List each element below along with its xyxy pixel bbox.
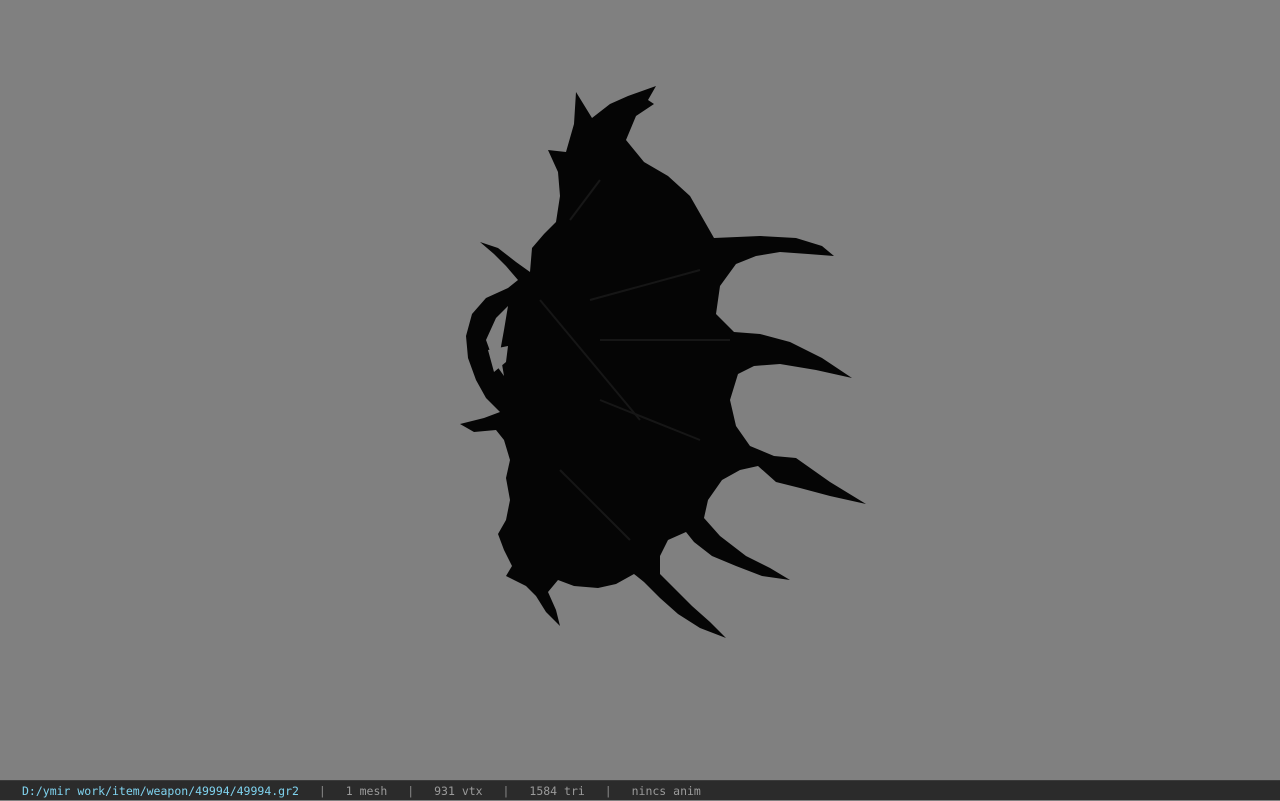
3d-viewport[interactable] [0, 0, 1280, 780]
triangle-count: 1584 tri [529, 784, 585, 798]
vertex-count: 931 vtx [434, 784, 483, 798]
separator: | [318, 784, 326, 798]
file-path: D:/ymir work/item/weapon/49994/49994.gr2 [22, 784, 299, 798]
status-bar: D:/ymir work/item/weapon/49994/49994.gr2… [0, 780, 1280, 800]
spiked-shield-model [460, 86, 866, 638]
separator: | [407, 784, 415, 798]
mesh-count: 1 mesh [345, 784, 388, 798]
separator: | [604, 784, 612, 798]
separator: | [502, 784, 510, 798]
animation-status: nincs anim [631, 784, 701, 798]
